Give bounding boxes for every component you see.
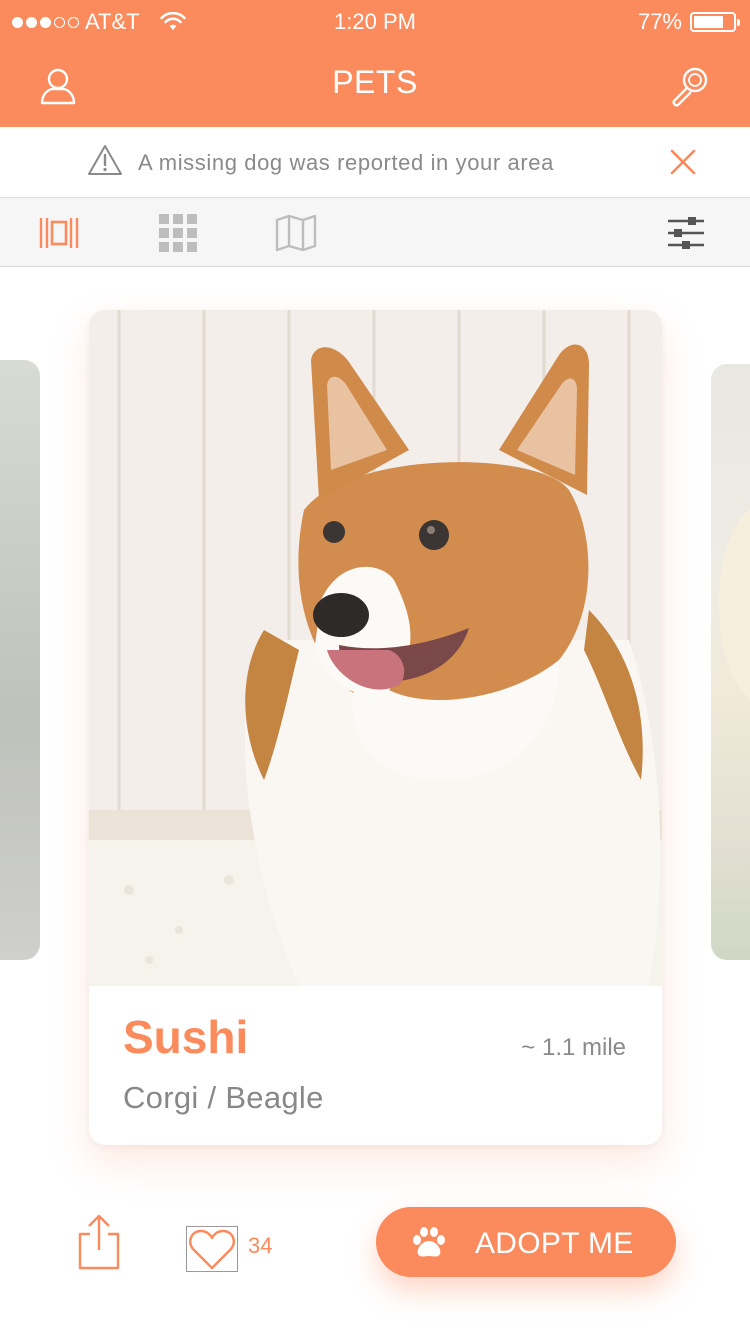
paw-icon: [413, 1227, 445, 1257]
battery-icon: [690, 12, 740, 32]
status-right: 77%: [637, 9, 740, 35]
pet-info: Sushi ~ 1.1 mile Corgi / Beagle: [89, 986, 662, 1145]
tab-grid-view[interactable]: [157, 212, 199, 254]
tab-map-view[interactable]: [275, 212, 317, 254]
status-bar: AT&T 1:20 PM 77%: [0, 0, 750, 40]
missing-dog-alert: A missing dog was reported in your area: [0, 127, 750, 198]
previous-pet-card[interactable]: [0, 360, 40, 960]
heart-icon: [189, 1229, 235, 1270]
filter-sliders-icon: [668, 217, 704, 249]
like-button[interactable]: [186, 1226, 238, 1272]
pet-breed: Corgi / Beagle: [123, 1080, 324, 1115]
view-toolbar: [0, 198, 750, 267]
next-pet-card[interactable]: [711, 364, 750, 960]
adopt-me-button[interactable]: ADOPT ME: [376, 1207, 676, 1277]
carousel-view-icon: [39, 218, 79, 248]
grid-view-icon: [159, 214, 197, 252]
search-button[interactable]: [666, 62, 714, 110]
filter-button[interactable]: [665, 212, 707, 254]
warning-icon: [88, 145, 122, 175]
share-button[interactable]: [74, 1212, 124, 1272]
close-icon[interactable]: [666, 145, 700, 179]
pet-card[interactable]: Sushi ~ 1.1 mile Corgi / Beagle: [89, 310, 662, 1145]
pet-name: Sushi: [123, 1011, 249, 1063]
tab-carousel-view[interactable]: [38, 212, 80, 254]
search-icon: [672, 67, 708, 107]
nav-bar: PETS: [0, 40, 750, 127]
map-view-icon: [275, 214, 317, 252]
pet-distance: ~ 1.1 mile: [521, 1034, 626, 1061]
share-icon: [78, 1214, 120, 1270]
like-count: 34: [248, 1233, 273, 1258]
battery-percent: 77%: [637, 9, 682, 34]
pets-screen: AT&T 1:20 PM 77% PETS A missing dog was …: [0, 0, 750, 1334]
corgi-illustration: [89, 310, 662, 986]
header: AT&T 1:20 PM 77% PETS: [0, 0, 750, 127]
alert-message: A missing dog was reported in your area: [138, 150, 554, 175]
page-title: PETS: [332, 64, 418, 100]
adopt-button-label: ADOPT ME: [475, 1227, 634, 1260]
pet-photo: [89, 310, 662, 986]
